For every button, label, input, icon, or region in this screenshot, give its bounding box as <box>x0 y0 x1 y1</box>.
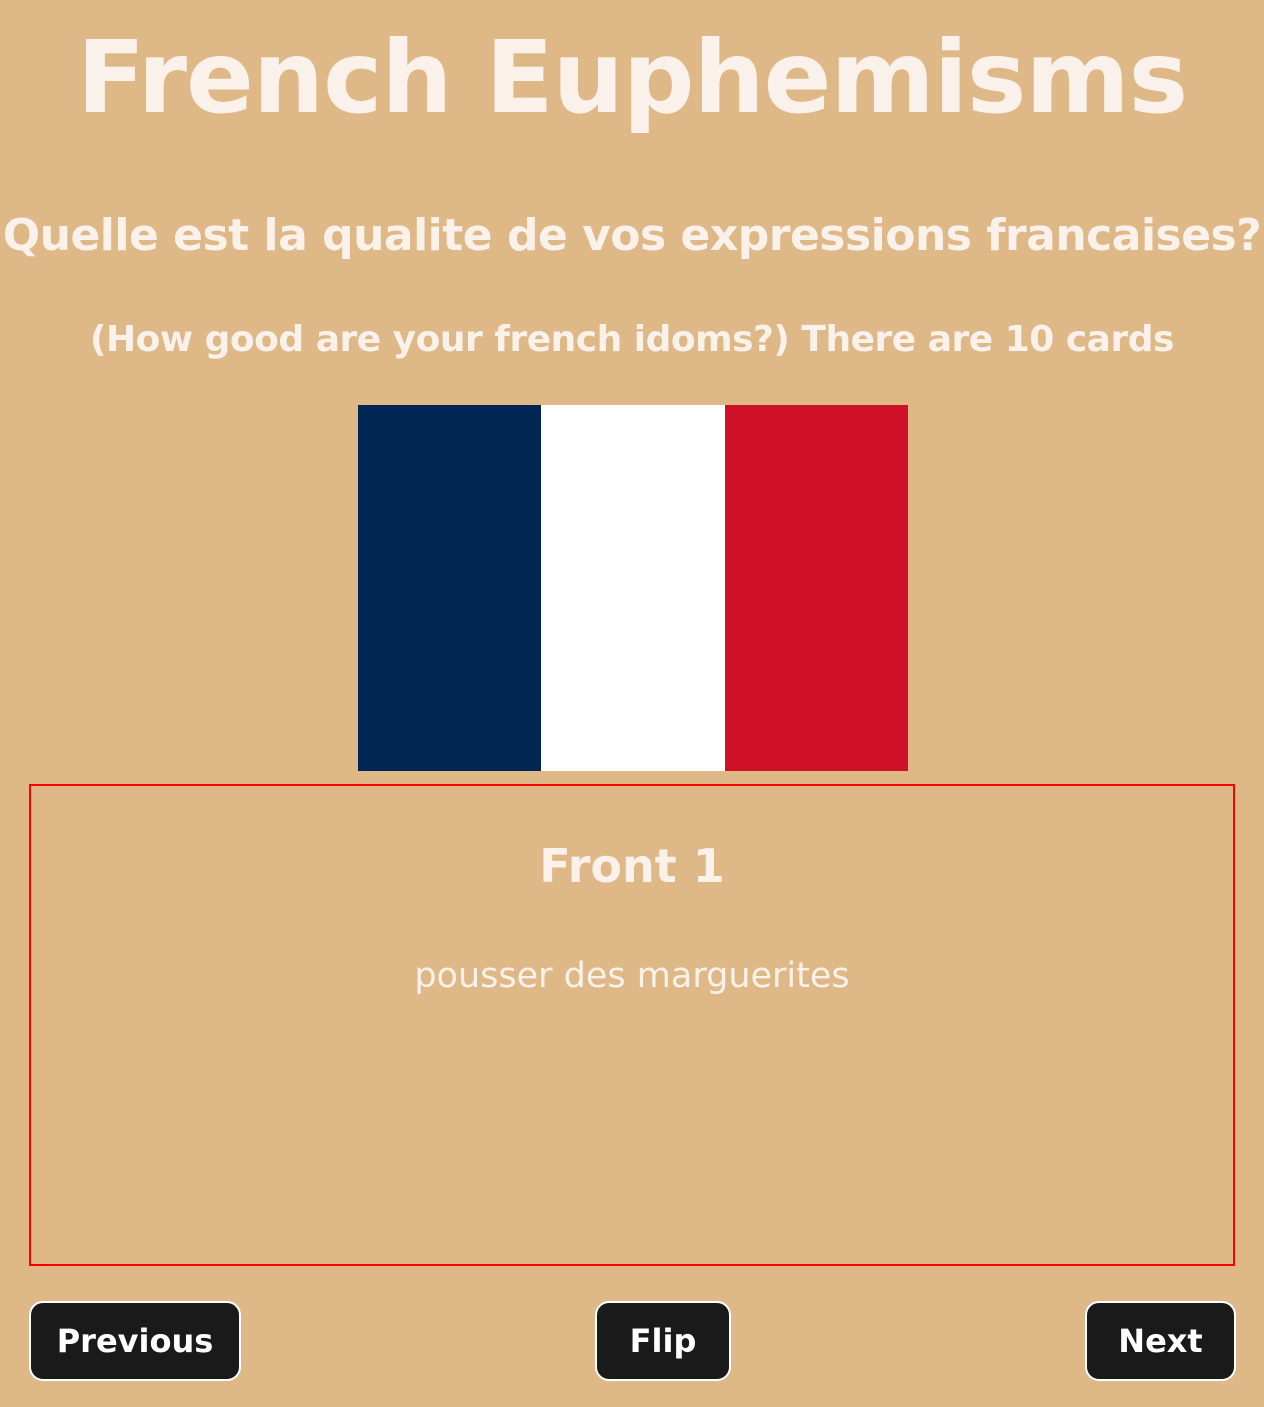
flag-stripe-red <box>724 405 908 771</box>
previous-button[interactable]: Previous <box>29 1301 241 1381</box>
flag-stripe-white <box>541 405 725 771</box>
page-description: (How good are your french idoms?) There … <box>90 319 1174 360</box>
next-button[interactable]: Next <box>1085 1301 1236 1381</box>
card-text: pousser des marguerites <box>414 956 850 996</box>
flag-stripe-blue <box>358 405 542 771</box>
flip-button[interactable]: Flip <box>595 1301 731 1381</box>
french-flag-image <box>358 405 908 771</box>
page-subtitle: Quelle est la qualite de vos expressions… <box>2 210 1262 261</box>
page-title: French Euphemisms <box>76 19 1188 136</box>
flashcard[interactable]: Front 1 pousser des marguerites <box>29 784 1235 1266</box>
card-title: Front 1 <box>539 839 725 893</box>
